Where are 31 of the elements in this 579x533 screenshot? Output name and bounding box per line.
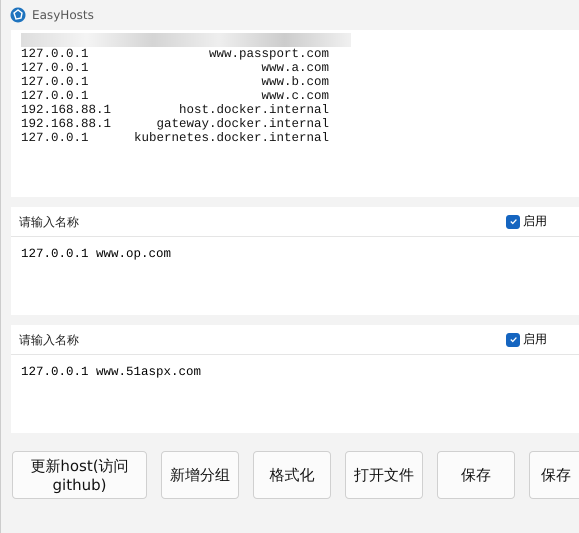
host-ip: 192.168.88.1	[21, 103, 112, 117]
enabled-label: 启用	[523, 213, 547, 230]
host-ip: 127.0.0.1	[21, 47, 90, 61]
host-name: www.c.com	[260, 89, 329, 103]
app-logo-icon	[10, 7, 26, 23]
enabled-checkbox[interactable]	[506, 214, 520, 228]
host-name: www.passport.com	[208, 47, 329, 61]
action-button[interactable]: 新增分组	[161, 451, 239, 499]
group-hosts-text-area[interactable]: 127.0.0.1 www.op.com	[11, 237, 579, 315]
enabled-label: 启用	[523, 331, 547, 348]
host-name: www.a.com	[260, 61, 329, 75]
action-button[interactable]: 打开文件	[345, 451, 423, 499]
host-ip: 127.0.0.1	[21, 89, 90, 103]
action-button[interactable]: 保存	[437, 451, 515, 499]
action-button[interactable]: 格式化	[253, 451, 331, 499]
host-name: gateway.docker.internal	[155, 117, 329, 131]
window-title: EasyHosts	[32, 8, 94, 22]
host-ip: 127.0.0.1	[21, 131, 90, 145]
host-ip: 127.0.0.1	[21, 61, 90, 75]
enabled-checkbox[interactable]	[506, 332, 520, 346]
host-name: www.b.com	[260, 75, 329, 89]
group-hosts-text-area[interactable]: 127.0.0.1 www.51aspx.com	[11, 355, 579, 433]
check-icon	[508, 335, 518, 344]
host-name: kubernetes.docker.internal	[132, 131, 329, 145]
hosts-text-area[interactable]: 127.0.0.1 www.passport.com 127.0.0.1 www.a.com 127.0.0.1 www.b.com 127.0.0.1 www.c.com 192.168.88.1 host.docker.internal 192.168.88.1 gateway.docker.internal 127.0.0.1 kubernetes.docker.internal	[11, 30, 579, 197]
action-button[interactable]: 保存	[529, 451, 579, 499]
check-icon	[508, 217, 518, 226]
host-name: host.docker.internal	[178, 103, 329, 117]
action-button[interactable]: 更新host(访问github)	[12, 451, 147, 499]
host-ip: 127.0.0.1	[21, 75, 90, 89]
host-ip: 192.168.88.1	[21, 117, 112, 131]
